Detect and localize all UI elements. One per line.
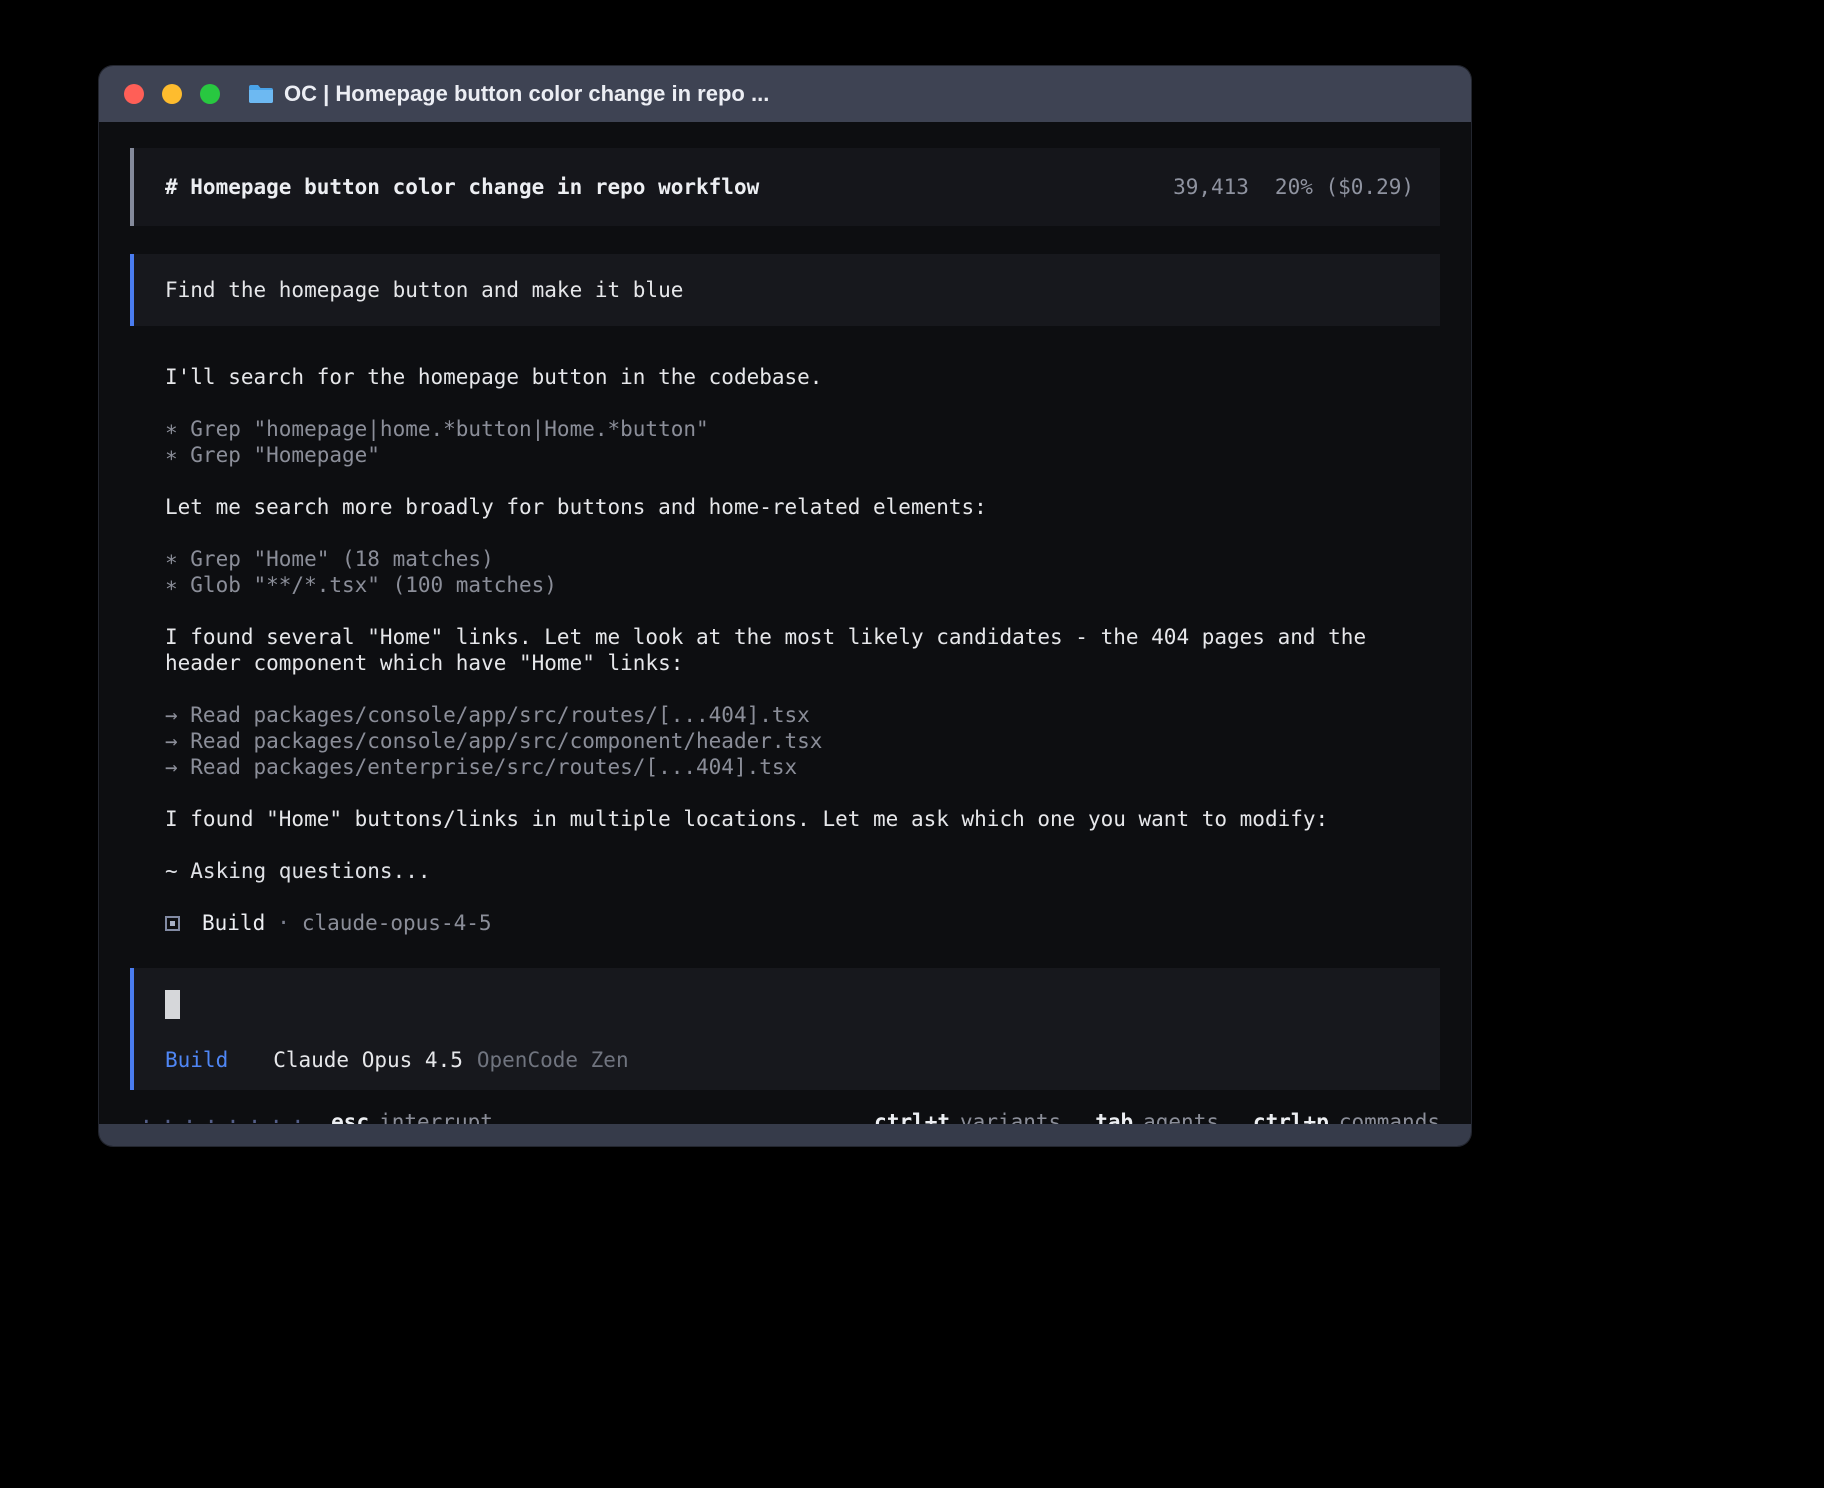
user-message-text: Find the homepage button and make it blu… (165, 277, 683, 303)
shortcut-agents: tab agents (1095, 1110, 1219, 1124)
shortcut-label: agents (1143, 1110, 1219, 1124)
assistant-text: I found several "Home" links. Let me loo… (165, 624, 1410, 676)
prompt-input[interactable]: Build Claude Opus 4.5 OpenCode Zen (130, 968, 1440, 1090)
shortcut-label: commands (1339, 1110, 1440, 1124)
assistant-transcript: I'll search for the homepage button in t… (165, 364, 1410, 936)
tool-call-grep: ∗ Grep "Homepage" (165, 442, 1410, 468)
prompt-meta: Build Claude Opus 4.5 OpenCode Zen (165, 1048, 1414, 1072)
terminal-content[interactable]: # Homepage button color change in repo w… (99, 122, 1471, 1124)
esc-hint: interrupt (379, 1110, 493, 1124)
desktop-background: OC | Homepage button color change in rep… (0, 0, 1824, 1488)
folder-icon (248, 83, 274, 105)
model-label: Claude Opus 4.5 (273, 1048, 463, 1072)
status-bar: ········ esc interrupt ctrl+t variants t… (130, 1110, 1440, 1124)
window-bottom-edge (99, 1124, 1471, 1146)
provider-label: OpenCode Zen (477, 1048, 629, 1072)
zoom-button[interactable] (200, 84, 220, 104)
token-count: 39,413 (1173, 175, 1249, 199)
mode-label: Build (165, 1048, 228, 1072)
agent-model-id: claude-opus-4-5 (302, 911, 492, 935)
user-message: Find the homepage button and make it blu… (130, 254, 1440, 326)
assistant-text: Let me search more broadly for buttons a… (165, 494, 1410, 520)
agent-name: Build (202, 911, 265, 935)
shortcut-key: ctrl+p (1253, 1110, 1329, 1124)
assistant-text: I'll search for the homepage button in t… (165, 364, 1410, 390)
tool-call-read: → Read packages/enterprise/src/routes/[.… (165, 754, 1410, 780)
session-title: # Homepage button color change in repo w… (165, 174, 759, 200)
session-stats: 39,413 20% ($0.29) (1173, 175, 1414, 199)
window-titlebar[interactable]: OC | Homepage button color change in rep… (99, 66, 1471, 122)
agent-separator: · (277, 911, 290, 935)
agent-icon (165, 916, 180, 931)
text-cursor (165, 990, 180, 1019)
window-title: OC | Homepage button color change in rep… (284, 81, 769, 107)
tool-call-read: → Read packages/console/app/src/componen… (165, 728, 1410, 754)
close-button[interactable] (124, 84, 144, 104)
shortcut-label: variants (960, 1110, 1061, 1124)
tool-call-glob: ∗ Glob "**/*.tsx" (100 matches) (165, 572, 1410, 598)
assistant-text: I found "Home" buttons/links in multiple… (165, 806, 1410, 832)
agent-badge: Build · claude-opus-4-5 (165, 910, 1410, 936)
shortcut-commands: ctrl+p commands (1253, 1110, 1440, 1124)
shortcut-key: tab (1095, 1110, 1133, 1124)
traffic-lights (124, 84, 220, 104)
status-text: ~ Asking questions... (165, 858, 1410, 884)
shortcut-key: ctrl+t (874, 1110, 950, 1124)
shortcut-variants: ctrl+t variants (874, 1110, 1061, 1124)
minimize-button[interactable] (162, 84, 182, 104)
tool-call-read: → Read packages/console/app/src/routes/[… (165, 702, 1410, 728)
tool-call-grep: ∗ Grep "homepage|home.*button|Home.*butt… (165, 416, 1410, 442)
shortcut-hints: ctrl+t variants tab agents ctrl+p comman… (840, 1110, 1440, 1124)
terminal-window: OC | Homepage button color change in rep… (99, 66, 1471, 1146)
session-header: # Homepage button color change in repo w… (130, 148, 1440, 226)
tool-call-grep: ∗ Grep "Home" (18 matches) (165, 546, 1410, 572)
spinner-dots: ········ (140, 1110, 313, 1124)
esc-key: esc (331, 1110, 369, 1124)
context-usage: 20% ($0.29) (1275, 175, 1414, 199)
